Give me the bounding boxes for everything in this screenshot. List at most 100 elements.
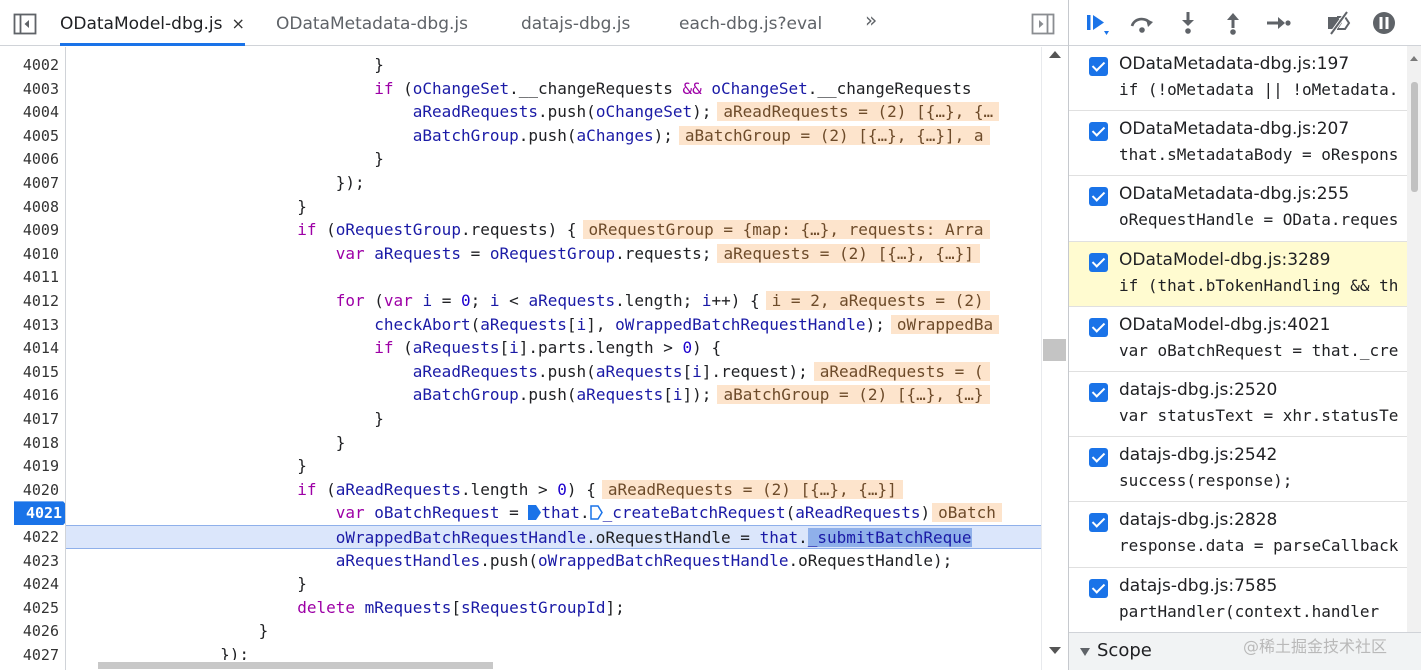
more-tabs-icon[interactable]: »: [865, 8, 877, 32]
tab-label: ODataMetadata-dbg.js: [276, 14, 468, 34]
breakpoint-item[interactable]: datajs-dbg.js:7585 partHandler(context.h…: [1069, 567, 1407, 632]
breakpoint-item[interactable]: ODataModel-dbg.js:4021 var oBatchRequest…: [1069, 306, 1407, 372]
tab-odatamodel[interactable]: ODataModel-dbg.js ×: [60, 0, 245, 46]
tab-odatametadata[interactable]: ODataMetadata-dbg.js: [276, 0, 468, 46]
breakpoint-location: datajs-dbg.js:2542: [1119, 445, 1278, 466]
line-number[interactable]: 4014: [0, 336, 59, 360]
breakpoint-location: datajs-dbg.js:2828: [1119, 510, 1278, 531]
deactivate-breakpoints-icon[interactable]: [1325, 9, 1353, 37]
step-icon[interactable]: [1264, 9, 1292, 37]
scope-section-header[interactable]: Scope @稀土掘金技术社区: [1069, 632, 1421, 670]
inline-value: aReadRequests = (2) [{…}, {…}]: [601, 479, 903, 499]
editor-horizontal-scrollbar[interactable]: [66, 660, 1041, 670]
code-line: }: [66, 409, 384, 428]
code-line: for (var i = 0; i < aRequests.length; i+…: [66, 289, 1041, 313]
line-number[interactable]: 4026: [0, 619, 59, 643]
breakpoint-checkbox[interactable]: [1089, 578, 1108, 598]
line-number[interactable]: 4017: [0, 407, 59, 431]
close-tab-icon[interactable]: ×: [232, 14, 245, 33]
scrollbar-thumb[interactable]: [1043, 339, 1066, 361]
resume-icon[interactable]: [1083, 9, 1111, 37]
breakpoint-code: var statusText = xhr.statusTe: [1119, 406, 1399, 425]
line-number[interactable]: 4012: [0, 289, 59, 313]
line-number[interactable]: 4024: [0, 572, 59, 596]
line-number[interactable]: 4007: [0, 171, 59, 195]
code-line: if (oRequestGroup.requests) {oRequestGro…: [66, 218, 1041, 242]
code-line: checkAbort(aRequests[i], oWrappedBatchRe…: [66, 313, 1041, 337]
editor-vertical-scrollbar[interactable]: [1041, 47, 1068, 670]
tab-each-eval[interactable]: each-dbg.js?eval: [679, 0, 822, 46]
line-number[interactable]: 4013: [0, 313, 59, 337]
code-line: }: [66, 574, 307, 594]
toggle-debugger-sidebar-icon[interactable]: [1030, 11, 1056, 37]
line-number[interactable]: 4022: [0, 525, 59, 549]
pause-on-exceptions-icon[interactable]: [1370, 9, 1398, 37]
breakpoint-location: ODataModel-dbg.js:3289: [1119, 249, 1331, 270]
line-number[interactable]: 4003: [0, 77, 59, 101]
breakpoint-item[interactable]: datajs-dbg.js:2542 success(response);: [1069, 437, 1407, 503]
tab-label: each-dbg.js?eval: [679, 14, 823, 34]
scope-label: Scope: [1097, 640, 1152, 661]
sidebar-scrollbar[interactable]: [1407, 46, 1421, 632]
line-number[interactable]: 4018: [0, 431, 59, 455]
line-number[interactable]: 4010: [0, 242, 59, 266]
code-line: if (aRequests[i].parts.length > 0) {: [374, 338, 722, 358]
breakpoint-checkbox[interactable]: [1089, 252, 1108, 272]
breakpoint-item[interactable]: datajs-dbg.js:2828 response.data = parse…: [1069, 502, 1407, 568]
breakpoint-line-marker[interactable]: 4021: [14, 501, 65, 525]
code-line: aRequestHandles.push(oWrappedBatchReques…: [335, 550, 953, 570]
scroll-up-icon[interactable]: [1410, 56, 1418, 61]
line-number[interactable]: 4015: [0, 360, 59, 384]
tab-label: datajs-dbg.js: [521, 14, 631, 34]
inline-breakpoint-icon[interactable]: [589, 505, 603, 521]
line-number[interactable]: 4008: [0, 195, 59, 219]
line-number[interactable]: 4011: [0, 265, 59, 289]
breakpoint-item[interactable]: datajs-dbg.js:2520 var statusText = xhr.…: [1069, 372, 1407, 438]
line-number[interactable]: 4019: [0, 454, 59, 478]
breakpoint-item[interactable]: ODataMetadata-dbg.js:255 oRequestHandle …: [1069, 176, 1407, 242]
line-number[interactable]: 4002: [0, 53, 59, 77]
breakpoint-checkbox[interactable]: [1089, 317, 1108, 337]
scroll-down-icon[interactable]: [1049, 647, 1061, 654]
toggle-navigator-icon[interactable]: [12, 11, 38, 37]
breakpoint-location: ODataModel-dbg.js:4021: [1119, 314, 1331, 335]
breakpoint-item[interactable]: ODataMetadata-dbg.js:207 that.sMetadataB…: [1069, 111, 1407, 177]
line-number[interactable]: 4027: [0, 643, 59, 667]
inline-value: aReadRequests = (: [813, 361, 990, 381]
line-number[interactable]: 4004: [0, 100, 59, 124]
step-over-icon[interactable]: [1128, 9, 1156, 37]
breakpoint-checkbox[interactable]: [1089, 448, 1108, 468]
line-number[interactable]: 4023: [0, 549, 59, 573]
expand-triangle-icon[interactable]: [1080, 648, 1090, 656]
code-area[interactable]: } if (oChangeSet.__changeRequests && oCh…: [66, 47, 1041, 660]
tab-datajs[interactable]: datajs-dbg.js: [521, 0, 630, 46]
line-number[interactable]: 4016: [0, 383, 59, 407]
line-number[interactable]: 4005: [0, 124, 59, 148]
code-line: var aRequests = oRequestGroup.requests; a…: [66, 242, 1041, 266]
breakpoint-checkbox[interactable]: [1089, 57, 1108, 76]
step-out-icon[interactable]: [1219, 9, 1247, 37]
line-number[interactable]: 4009: [0, 218, 59, 242]
line-number-gutter[interactable]: 4002 4003 4004 4005 4006 4007 4008 4009 …: [0, 47, 66, 670]
breakpoint-code: partHandler(context.handler: [1119, 601, 1380, 621]
breakpoint-checkbox[interactable]: [1089, 122, 1108, 142]
inline-breakpoint-icon[interactable]: [528, 505, 542, 521]
breakpoint-location: datajs-dbg.js:7585: [1119, 575, 1278, 596]
code-line: aReadRequests.push(aRequests[i].request)…: [66, 360, 1041, 384]
breakpoint-checkbox[interactable]: [1089, 513, 1108, 533]
line-number[interactable]: 4025: [0, 596, 59, 620]
breakpoint-item-paused[interactable]: ODataModel-dbg.js:3289 if (that.bTokenHa…: [1069, 241, 1407, 307]
breakpoint-checkbox[interactable]: [1089, 383, 1108, 402]
breakpoint-item[interactable]: ODataMetadata-dbg.js:197 if (!oMetadata …: [1069, 46, 1407, 112]
code-line: if (oChangeSet.__changeRequests && oChan…: [374, 78, 972, 98]
step-into-icon[interactable]: [1174, 9, 1202, 37]
line-number[interactable]: 4006: [0, 147, 59, 171]
scrollbar-thumb[interactable]: [1411, 82, 1418, 192]
breakpoint-checkbox[interactable]: [1089, 187, 1108, 207]
inline-value: aBatchGroup = (2) [{…}, {…}], a: [678, 125, 990, 145]
scrollbar-thumb[interactable]: [98, 662, 493, 669]
scroll-up-icon[interactable]: [1049, 51, 1061, 58]
code-line: }: [66, 456, 307, 476]
line-number[interactable]: 4020: [0, 478, 59, 502]
inline-value: aBatchGroup = (2) [{…}, {…}: [717, 385, 990, 405]
